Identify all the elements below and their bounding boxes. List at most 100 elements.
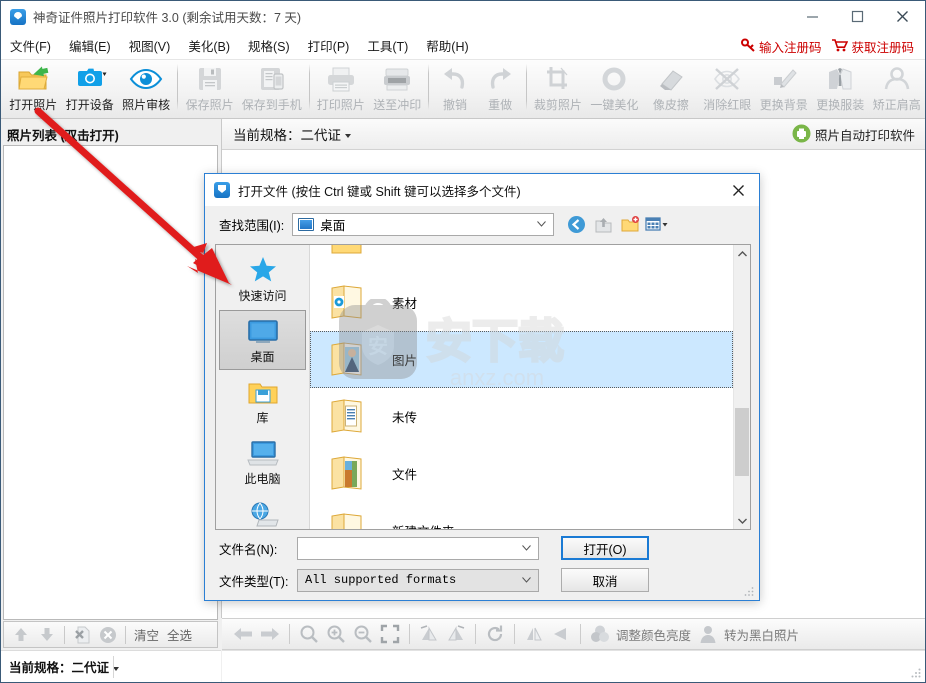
menu-edit[interactable]: 编辑(E): [60, 32, 120, 59]
up-folder-icon[interactable]: [591, 212, 615, 236]
cancel-button[interactable]: 取消: [561, 568, 649, 592]
zoom-actual-icon[interactable]: [296, 621, 322, 647]
photo-review-button[interactable]: 照片审核: [118, 60, 174, 116]
select-all-button[interactable]: 全选: [164, 625, 195, 644]
open-photo-button[interactable]: 打开照片: [5, 60, 61, 116]
title-bar: 神奇证件照片打印软件 3.0 (剩余试用天数：7 天): [1, 1, 925, 32]
save-to-phone-button[interactable]: 保存到手机: [238, 60, 306, 116]
filename-input[interactable]: [297, 536, 539, 560]
clear-list-button[interactable]: 清空: [131, 625, 162, 644]
chevron-down-icon[interactable]: [345, 134, 351, 139]
list-item[interactable]: [310, 245, 733, 274]
view-mode-icon[interactable]: [645, 212, 669, 236]
place-network[interactable]: 网络: [219, 493, 306, 529]
desktop-monitor-icon: [298, 217, 315, 231]
file-list[interactable]: 素材 图片 未传 文件: [310, 245, 750, 529]
menu-bar: 文件(F) 编辑(E) 视图(V) 美化(B) 规格(S) 打印(P) 工具(T…: [1, 32, 925, 60]
toolbar-separator: [580, 624, 581, 644]
one-key-beautify-button[interactable]: 一键美化: [586, 60, 642, 116]
new-folder-icon[interactable]: [618, 212, 642, 236]
scroll-down-icon[interactable]: [734, 512, 750, 529]
auto-print-software-button[interactable]: 照片自动打印软件: [788, 123, 919, 146]
clothes-icon: [825, 64, 855, 94]
save-photo-button[interactable]: 保存照片: [181, 60, 237, 116]
resize-grip[interactable]: [910, 667, 922, 679]
person-silhouette-icon[interactable]: [695, 621, 721, 647]
place-quick-access[interactable]: 快速访问: [219, 249, 306, 309]
eraser-button[interactable]: 像皮擦: [643, 60, 699, 116]
move-down-icon[interactable]: [35, 624, 59, 646]
flip-vertical-icon[interactable]: [548, 621, 574, 647]
minimize-icon[interactable]: [790, 1, 835, 32]
place-this-pc[interactable]: 此电脑: [219, 432, 306, 492]
close-icon[interactable]: [880, 1, 925, 32]
refresh-icon[interactable]: [482, 621, 508, 647]
list-item[interactable]: 图片: [310, 331, 733, 388]
place-desktop[interactable]: 桌面: [219, 310, 306, 370]
rotate-right-icon[interactable]: [443, 621, 469, 647]
window-controls: [790, 1, 925, 32]
dialog-resize-grip[interactable]: [744, 586, 755, 597]
dialog-footer: 文件名(N): 打开(O) 文件类型(T): All supported for…: [205, 534, 759, 600]
close-icon[interactable]: [717, 174, 759, 206]
beautify-ring-icon: [600, 64, 628, 94]
fit-screen-icon[interactable]: [377, 621, 403, 647]
dialog-nav-buttons: [564, 212, 669, 236]
zoom-in-icon[interactable]: [323, 621, 349, 647]
list-item[interactable]: 未传: [310, 388, 733, 445]
file-list-scrollbar[interactable]: [733, 245, 750, 529]
change-clothes-button[interactable]: 更换服装: [812, 60, 868, 116]
zoom-out-icon[interactable]: [350, 621, 376, 647]
next-photo-icon[interactable]: [257, 621, 283, 647]
menu-file[interactable]: 文件(F): [1, 32, 60, 59]
menu-view[interactable]: 视图(V): [120, 32, 180, 59]
adjust-color-brightness-label[interactable]: 调整颜色亮度: [614, 625, 694, 644]
print-photo-label: 打印照片: [316, 98, 365, 112]
chevron-down-icon[interactable]: [522, 545, 531, 551]
chevron-down-icon[interactable]: [522, 577, 531, 583]
menu-tools[interactable]: 工具(T): [358, 32, 417, 59]
menu-beautify[interactable]: 美化(B): [179, 32, 239, 59]
dialog-file-browser: 快速访问 桌面 库 此电脑 素材 图片 未传 文件: [215, 244, 751, 530]
change-background-button[interactable]: 更换背景: [756, 60, 812, 116]
remove-red-eye-button[interactable]: 消除红眼: [699, 60, 755, 116]
open-button[interactable]: 打开(O): [561, 536, 649, 560]
prev-photo-icon[interactable]: [230, 621, 256, 647]
register-actions: 输入注册码 获取注册码: [738, 32, 917, 60]
clear-all-icon[interactable]: [96, 624, 120, 646]
look-in-combobox[interactable]: 桌面: [292, 212, 555, 236]
fix-shoulder-button[interactable]: 矫正肩高: [868, 60, 924, 116]
get-license-button[interactable]: 获取注册码: [828, 35, 917, 58]
list-item[interactable]: 文件: [310, 445, 733, 502]
current-spec-display[interactable]: 当前规格：二代证: [222, 124, 351, 144]
menu-spec[interactable]: 规格(S): [239, 32, 299, 59]
place-library[interactable]: 库: [219, 371, 306, 431]
color-circles-icon[interactable]: [587, 621, 613, 647]
chevron-down-icon[interactable]: [537, 221, 547, 227]
open-device-button[interactable]: 打开设备: [61, 60, 117, 116]
flip-horizontal-icon[interactable]: [521, 621, 547, 647]
filetype-combobox[interactable]: All supported formats: [297, 568, 539, 592]
scrollbar-thumb[interactable]: [735, 408, 749, 476]
folder-pictures-icon: [328, 341, 370, 379]
list-item[interactable]: 素材: [310, 274, 733, 331]
list-item[interactable]: 新建文件夹: [310, 502, 733, 529]
remove-file-icon[interactable]: [70, 624, 94, 646]
menu-help[interactable]: 帮助(H): [417, 32, 477, 59]
print-photo-button[interactable]: 打印照片: [313, 60, 369, 116]
eraser-icon: [656, 64, 686, 94]
undo-button[interactable]: 撤销: [432, 60, 477, 116]
rotate-left-icon[interactable]: [416, 621, 442, 647]
back-icon[interactable]: [564, 212, 588, 236]
menu-print[interactable]: 打印(P): [299, 32, 359, 59]
convert-to-bw-label[interactable]: 转为黑白照片: [722, 625, 802, 644]
maximize-icon[interactable]: [835, 1, 880, 32]
crop-photo-button[interactable]: 裁剪照片: [530, 60, 586, 116]
move-up-icon[interactable]: [9, 624, 33, 646]
send-to-print-label: 送至冲印: [373, 98, 422, 112]
scroll-up-icon[interactable]: [734, 245, 750, 262]
send-to-print-button[interactable]: 送至冲印: [369, 60, 425, 116]
enter-license-button[interactable]: 输入注册码: [738, 35, 825, 58]
redo-button[interactable]: 重做: [478, 60, 523, 116]
photo-list-box[interactable]: [3, 145, 218, 620]
